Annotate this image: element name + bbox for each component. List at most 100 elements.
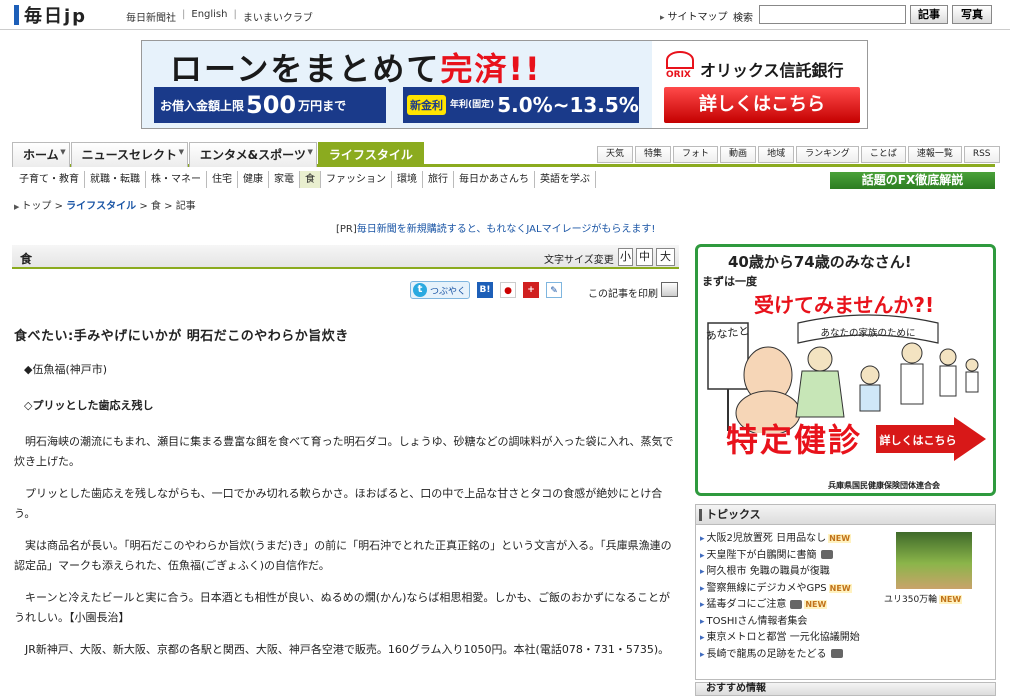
article-shop: ◆伍魚福(神戸市)	[24, 363, 108, 376]
ad-line-1: 40歳から74歳のみなさん!	[728, 253, 912, 271]
ad-headline: ローンをまとめて完済!!	[170, 50, 542, 88]
article-paragraph: プリッとした歯応えを残しながらも、一口でかみ切れる軟らかさ。ほおばると、口の中で…	[14, 487, 663, 520]
article-paragraph: キーンと冷えたビールと実に合う。日本酒とも相性が良い、ぬるめの燗(かん)ならば相…	[14, 591, 671, 624]
category-tab-9[interactable]: 旅行	[423, 171, 454, 188]
category-tab-3[interactable]: 住宅	[207, 171, 238, 188]
topic-item[interactable]: 天皇陛下が白鵬関に書簡	[700, 548, 900, 565]
camera-icon	[820, 550, 833, 559]
category-tab-1[interactable]: 就職・転職	[85, 171, 146, 188]
twitter-icon: t	[413, 283, 427, 297]
breadcrumb-section[interactable]: ライフスタイル	[66, 201, 136, 212]
topics-list: 大阪2児放置死 日用品なしNEW天皇陛下が白鵬関に書簡阿久根市 免職の職員が復職…	[700, 531, 900, 663]
topic-item[interactable]: TOSHIさん情報者集会	[700, 614, 900, 631]
ad-cta-button[interactable]: 詳しくはこちら	[664, 87, 860, 123]
logo-mark	[14, 5, 19, 25]
fx-banner[interactable]: 話題のFX徹底解説	[830, 172, 995, 189]
font-medium-button[interactable]: 中	[636, 248, 653, 266]
utility-tab-3[interactable]: 動画	[720, 146, 757, 163]
sitemap-link[interactable]: サイトマップ	[660, 8, 728, 23]
search-label: 検索	[733, 13, 753, 24]
topic-item[interactable]: 東京メトロと都営 一元化協議開始	[700, 630, 900, 647]
article-body: ◆伍魚福(神戸市) ◇プリッとした歯応え残し 明石海峡の潮流にもまれ、瀬目に集ま…	[14, 360, 678, 672]
breadcrumb-current: 記事	[175, 201, 196, 212]
category-tab-6[interactable]: 食	[300, 171, 321, 188]
utility-tab-1[interactable]: 特集	[635, 146, 672, 163]
topic-item[interactable]: 猛毒ダコにご注意NEW	[700, 597, 900, 614]
loan-banner-ad[interactable]: ローンをまとめて完済!! お借入金額上限 500 万円まで 新金利 年利(固定) 5…	[141, 40, 868, 129]
link-maimai[interactable]: まいまいクラブ	[243, 9, 313, 24]
utility-tab-8[interactable]: RSS	[963, 146, 1000, 163]
category-tab-0[interactable]: 子育て・教育	[14, 171, 85, 188]
utility-tab-5[interactable]: ランキング	[796, 146, 859, 163]
category-tab-4[interactable]: 健康	[238, 171, 269, 188]
breadcrumb: トップ > ライフスタイル > 食 > 記事	[14, 197, 196, 212]
main-tab-3[interactable]: ライフスタイル	[317, 142, 424, 167]
link-english[interactable]: English	[191, 9, 227, 24]
share-row: t つぶやく B! ● + ✎	[410, 279, 562, 301]
ad-loan-limit: お借入金額上限 500 万円まで	[154, 87, 386, 123]
category-nav: 子育て・教育 就職・転職 株・マネー 住宅 健康 家電食ファッション 環境 旅行 毎日かあさんち…	[14, 171, 596, 188]
ad-line-2: まずは一度	[702, 275, 757, 288]
print-label[interactable]: この記事を印刷	[588, 285, 658, 300]
dropdown-arrow-icon: ▼	[178, 148, 185, 156]
utility-tab-2[interactable]: フォト	[673, 146, 719, 163]
breadcrumb-top[interactable]: トップ	[14, 201, 51, 212]
printer-icon[interactable]	[661, 282, 678, 297]
category-tab-8[interactable]: 環境	[392, 171, 423, 188]
svg-text:詳しくはこちら: 詳しくはこちら	[880, 433, 957, 447]
health-checkup-ad[interactable]: 40歳から74歳のみなさん! まずは一度 受けてみませんか?! あなたと あなた…	[695, 244, 996, 496]
topics-panel: トピックス 大阪2児放置死 日用品なしNEW天皇陛下が白鵬関に書簡阿久根市 免職…	[695, 504, 996, 680]
clip-icon[interactable]: ✎	[546, 282, 562, 298]
article-paragraph: 実は商品名が長い。「明石だこのやわらか旨炊(うまだ)き」の前に「明石沖でとれた正…	[14, 539, 672, 572]
new-badge: NEW	[804, 600, 828, 609]
article-subhead: ◇プリッとした歯応え残し	[24, 399, 154, 412]
camera-icon	[830, 649, 843, 658]
ad-arrow-cta[interactable]: 詳しくはこちら	[876, 417, 986, 461]
search-article-button[interactable]: 記事	[910, 5, 948, 24]
category-tab-5[interactable]: 家電	[269, 171, 300, 188]
topic-item[interactable]: 大阪2児放置死 日用品なしNEW	[700, 531, 900, 548]
category-tab-11[interactable]: 英語を学ぶ	[535, 171, 596, 188]
new-badge: NEW	[828, 583, 852, 593]
article-title: 食べたい:手みやげにいかが 明石だこのやわらか旨炊き	[14, 329, 349, 344]
link-mainichi[interactable]: 毎日新聞社	[126, 9, 176, 24]
buzz-icon[interactable]: ●	[500, 282, 516, 298]
topics-title: トピックス	[696, 505, 995, 525]
camera-icon	[790, 599, 803, 609]
dropdown-arrow-icon: ▼	[307, 148, 313, 156]
site-logo[interactable]: 毎日jp	[14, 4, 88, 27]
utility-tab-7[interactable]: 速報一覧	[907, 146, 962, 163]
logo-text: 毎日jp	[24, 6, 88, 27]
main-tab-0[interactable]: ホーム ▼	[12, 142, 70, 167]
topic-photo[interactable]	[896, 532, 972, 589]
top-links: 毎日新聞社 | English | まいまいクラブ	[126, 9, 313, 24]
ad-brand-panel: ORIX オリックス信託銀行 詳しくはこちら	[652, 41, 867, 128]
breadcrumb-category[interactable]: 食	[151, 201, 161, 212]
top-bar: 毎日jp 毎日新聞社 | English | まいまいクラブ サイトマップ 検索…	[0, 0, 1010, 30]
topic-photo-caption[interactable]: ユリ350万輪 NEW	[884, 592, 963, 605]
pr-link[interactable]: [PR]毎日新聞を新規購読すると、もれなくJALマイレージがもらえます!	[336, 220, 655, 235]
topic-item[interactable]: 警察無線にデジカメやGPSNEW	[700, 581, 900, 598]
tweet-button[interactable]: t つぶやく	[410, 281, 470, 299]
dropdown-arrow-icon: ▼	[60, 148, 66, 156]
ad-brand-name: オリックス信託銀行	[700, 61, 844, 80]
section-header: 食 文字サイズ変更 小 中 大	[12, 245, 679, 269]
new-badge: NEW	[828, 534, 852, 543]
hatena-bookmark-icon[interactable]: B!	[477, 282, 493, 298]
search-photo-button[interactable]: 写真	[952, 5, 992, 24]
topic-item[interactable]: 長崎で龍馬の足跡をたどる	[700, 647, 900, 664]
plus-share-icon[interactable]: +	[523, 282, 539, 298]
topic-item[interactable]: 阿久根市 免職の職員が復職	[700, 564, 900, 581]
ad-rate: 新金利 年利(固定) 5.0%~13.5%	[403, 87, 639, 123]
main-tab-1[interactable]: ニュースセレクト ▼	[70, 142, 189, 167]
category-tab-10[interactable]: 毎日かあさんち	[454, 171, 535, 188]
main-tab-2[interactable]: エンタメ&スポーツ ▼	[189, 142, 317, 167]
font-large-button[interactable]: 大	[656, 248, 675, 266]
utility-tab-4[interactable]: 地域	[758, 146, 795, 163]
category-tab-7[interactable]: ファッション	[321, 171, 392, 188]
category-tab-2[interactable]: 株・マネー	[146, 171, 207, 188]
search-input[interactable]	[759, 5, 906, 24]
font-small-button[interactable]: 小	[618, 248, 633, 266]
utility-tab-6[interactable]: ことば	[860, 146, 906, 163]
utility-tab-0[interactable]: 天気	[597, 146, 634, 163]
